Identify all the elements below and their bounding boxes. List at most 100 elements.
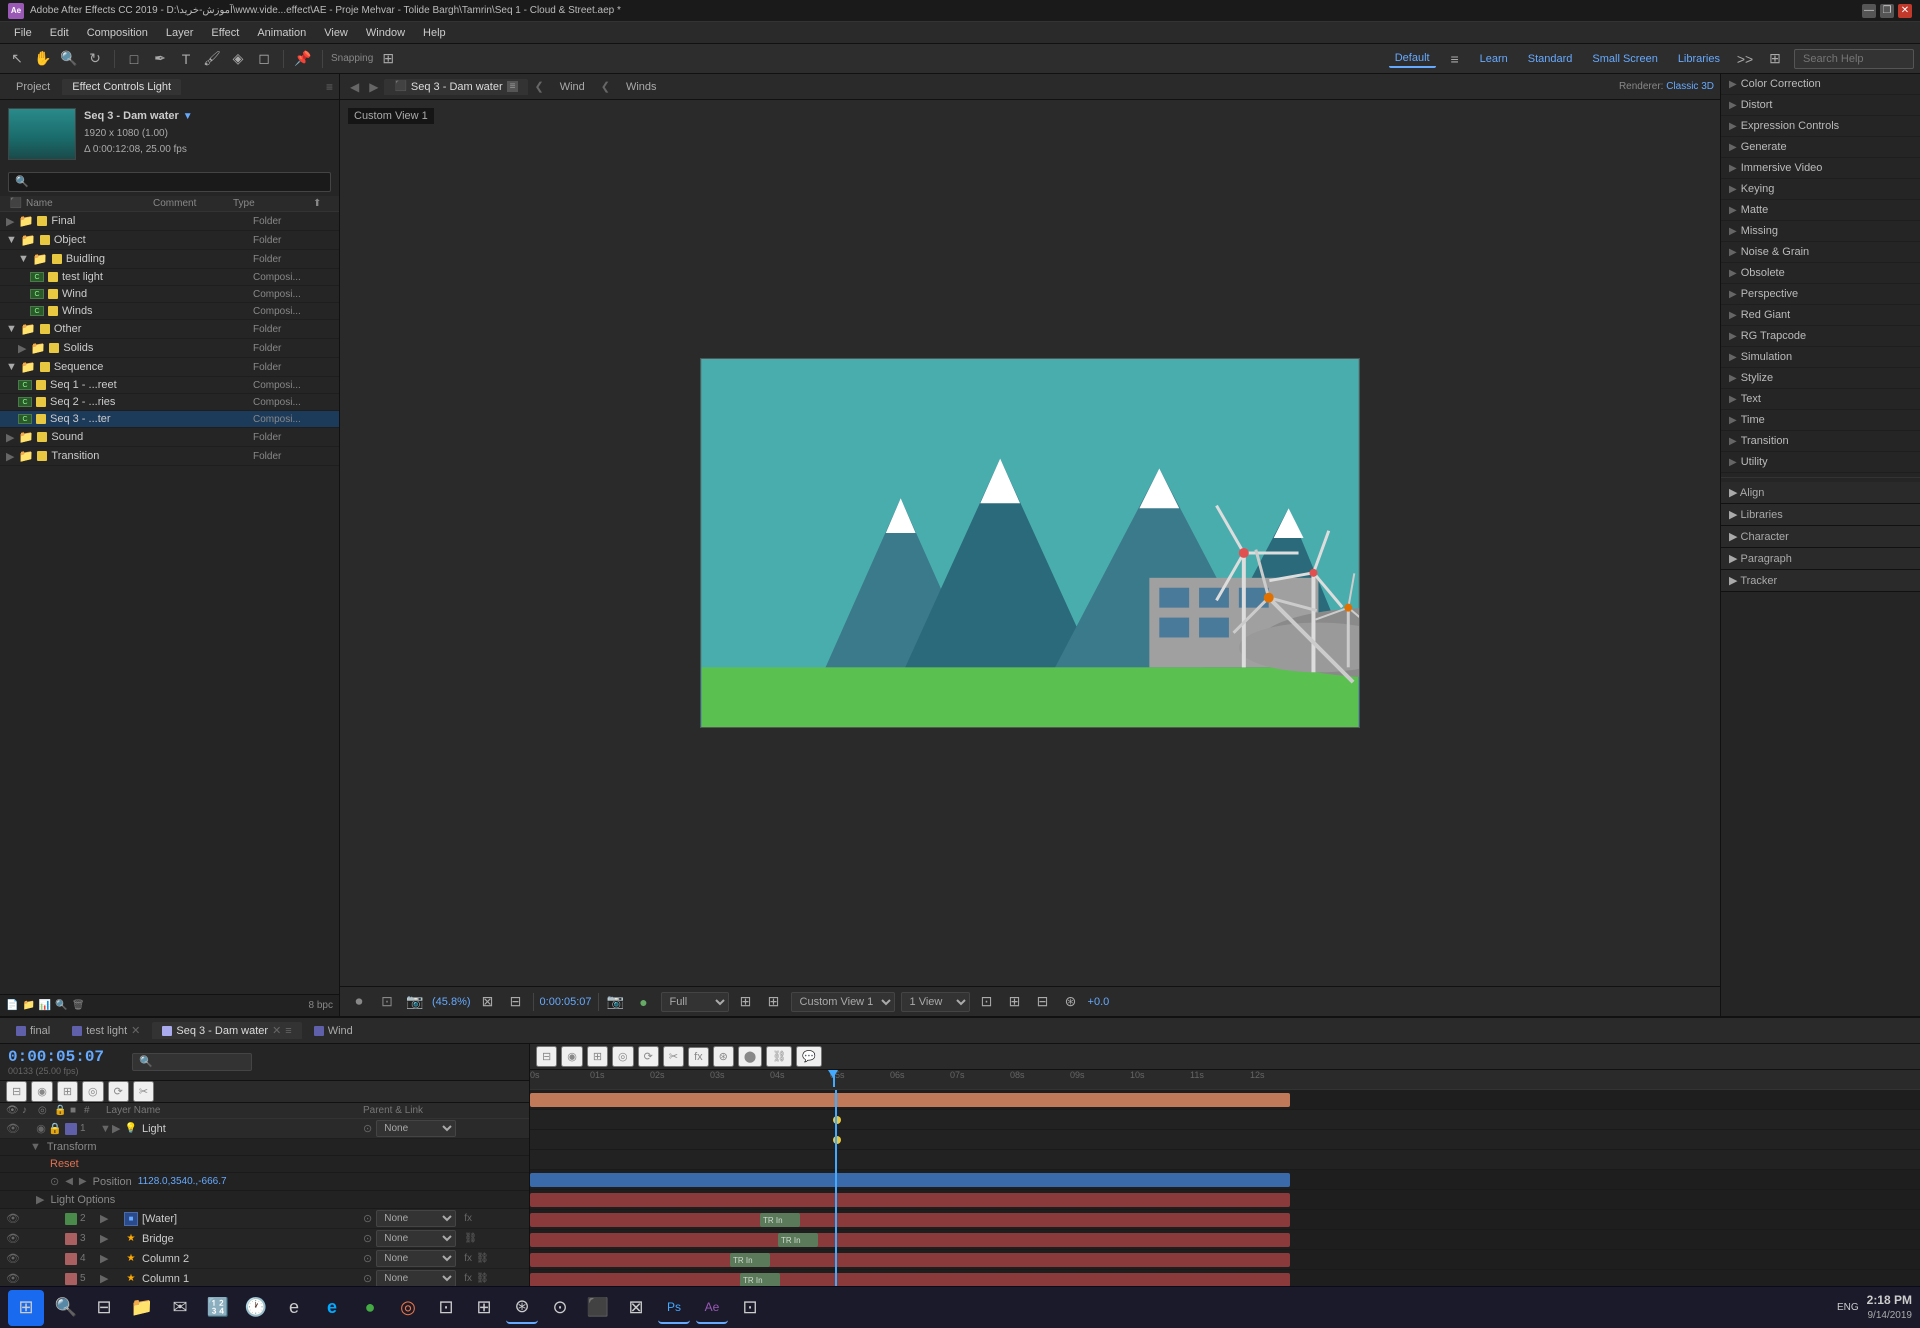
vc-zoom[interactable]: (45.8%) <box>432 996 471 1008</box>
viewer-nav-forward[interactable]: ▶ <box>365 80 382 94</box>
layer-row[interactable]: 👁 3 ▶ ★ Bridge ⊙ None ⛓ <box>0 1229 529 1249</box>
list-item[interactable]: ▶ 📁 Solids Folder <box>0 339 339 358</box>
list-item[interactable]: C Wind Composi... <box>0 286 339 303</box>
tool-snap[interactable]: ⊞ <box>377 48 399 70</box>
effect-obsolete[interactable]: ▶ Obsolete <box>1721 263 1920 284</box>
viewer-breadcrumb-winds[interactable]: Winds <box>616 79 667 95</box>
menu-edit[interactable]: Edit <box>42 25 77 41</box>
tl-row-5[interactable]: TR In <box>530 1230 1920 1250</box>
ie-taskbar[interactable]: e <box>278 1292 310 1324</box>
vc-grid-btn[interactable]: ⊞ <box>1004 991 1026 1013</box>
tl-tab-seq3[interactable]: Seq 3 - Dam water ✕ ≡ <box>152 1022 301 1039</box>
tool-hand[interactable]: ✋ <box>32 48 54 70</box>
layer-tool-btn5[interactable]: ⟳ <box>108 1081 129 1102</box>
menu-composition[interactable]: Composition <box>79 25 156 41</box>
tl-ctrl-btn3[interactable]: ⊞ <box>587 1046 608 1067</box>
workspace-standard[interactable]: Standard <box>1522 51 1579 67</box>
vc-resolution-select[interactable]: FullHalfQuarter <box>661 992 729 1012</box>
keyframe-dot[interactable] <box>833 1116 841 1124</box>
comp-dropdown[interactable]: ▼ <box>183 109 193 125</box>
composition-view[interactable] <box>700 358 1360 728</box>
tool-pen[interactable]: ✒ <box>149 48 171 70</box>
light-options-row[interactable]: ▶ Light Options <box>0 1191 529 1209</box>
sub-expand[interactable]: ▶ <box>112 1122 124 1135</box>
tl-ctrl-btn7[interactable]: fx <box>688 1047 709 1067</box>
workspace-libraries[interactable]: Libraries <box>1672 51 1726 67</box>
effect-utility[interactable]: ▶ Utility <box>1721 452 1920 473</box>
layer-tool-btn6[interactable]: ✂ <box>133 1081 154 1102</box>
toolbar-icon1[interactable]: ⊞ <box>1764 48 1786 70</box>
tl-ctrl-btn8[interactable]: ⊛ <box>713 1046 734 1067</box>
keyframe-dot-pos[interactable] <box>833 1136 841 1144</box>
vc-layout-select[interactable]: 1 View2 Views4 Views <box>901 992 970 1012</box>
file-explorer-taskbar[interactable]: 📁 <box>126 1292 158 1324</box>
list-item[interactable]: C test light Composi... <box>0 269 339 286</box>
vc-record[interactable]: ⏺ <box>348 991 370 1013</box>
tl-tab-final[interactable]: final <box>6 1023 60 1039</box>
tl-ctrl-btn6[interactable]: ✂ <box>663 1046 684 1067</box>
tool-eraser[interactable]: ◻ <box>253 48 275 70</box>
parent-select[interactable]: None <box>376 1230 456 1247</box>
list-item[interactable]: ▼ 📁 Other Folder <box>0 320 339 339</box>
list-item[interactable]: ▼ 📁 Buidling Folder <box>0 250 339 269</box>
tool-select[interactable]: ↖ <box>6 48 28 70</box>
timeline-timecode[interactable]: 0:00:05:07 <box>8 1048 104 1066</box>
solo-toggle[interactable]: ◉ <box>34 1122 48 1135</box>
list-item[interactable]: C Seq 2 - ...ries Composi... <box>0 394 339 411</box>
effect-immersive-video[interactable]: ▶ Immersive Video <box>1721 158 1920 179</box>
list-item[interactable]: C Seq 3 - ...ter Composi... <box>0 411 339 428</box>
visibility-toggle[interactable]: 👁 <box>6 1272 20 1285</box>
viewer-breadcrumb-wind[interactable]: Wind <box>550 79 595 95</box>
project-search-input[interactable] <box>8 172 331 192</box>
delete-btn[interactable]: 🗑 <box>72 1000 85 1011</box>
tl-ctrl-btn1[interactable]: ⊟ <box>536 1046 557 1067</box>
workspace-menu[interactable]: ≡ <box>1444 48 1466 70</box>
effect-text[interactable]: ▶ Text <box>1721 389 1920 410</box>
layer-expand[interactable]: ▼ <box>100 1123 112 1135</box>
menu-file[interactable]: File <box>6 25 40 41</box>
viewer-nav-back[interactable]: ◀ <box>346 80 363 94</box>
list-item[interactable]: ▼ 📁 Sequence Folder <box>0 358 339 377</box>
layer-row[interactable]: 👁 2 ▶ ■ [Water] ⊙ None fx <box>0 1209 529 1229</box>
ps-taskbar[interactable]: Ps <box>658 1292 690 1324</box>
tl-tab-wind[interactable]: Wind <box>304 1023 363 1039</box>
workspace-more[interactable]: >> <box>1734 48 1756 70</box>
layer-row[interactable]: 👁 5 ▶ ★ Column 1 ⊙ None fx ⛓ <box>0 1269 529 1286</box>
list-item[interactable]: ▶ 📁 Final Folder <box>0 212 339 231</box>
vc-comp-btn[interactable]: ⊞ <box>763 991 785 1013</box>
tl-row-6[interactable]: TR In <box>530 1250 1920 1270</box>
tool-rotate[interactable]: ↻ <box>84 48 106 70</box>
list-item[interactable]: C Seq 1 - ...reet Composi... <box>0 377 339 394</box>
vc-preview[interactable]: ⊡ <box>376 991 398 1013</box>
visibility-toggle[interactable]: 👁 <box>6 1232 20 1245</box>
effect-red-giant[interactable]: ▶ Red Giant <box>1721 305 1920 326</box>
parent-select[interactable]: None <box>376 1250 456 1267</box>
effect-simulation[interactable]: ▶ Simulation <box>1721 347 1920 368</box>
search-help-input[interactable] <box>1794 49 1914 69</box>
ae-taskbar[interactable]: Ae <box>696 1292 728 1324</box>
panel-menu[interactable]: ≡ <box>326 80 333 94</box>
libraries-expand[interactable]: ▶ Libraries <box>1729 508 1783 521</box>
tl-tab-test-light[interactable]: test light ✕ <box>62 1022 150 1039</box>
tool-stamp[interactable]: ◈ <box>227 48 249 70</box>
menu-view[interactable]: View <box>316 25 356 41</box>
tab-close-icon[interactable]: ✕ <box>272 1024 281 1037</box>
link-icon[interactable]: ⛓ <box>476 1253 489 1264</box>
fx-icon[interactable]: fx <box>464 1253 472 1264</box>
tl-row-4[interactable]: TR In <box>530 1210 1920 1230</box>
tl-row-3[interactable] <box>530 1190 1920 1210</box>
layer-expand[interactable]: ▶ <box>100 1252 112 1265</box>
effect-noise-grain[interactable]: ▶ Noise & Grain <box>1721 242 1920 263</box>
viewer-tab-comp[interactable]: ⬛ Seq 3 - Dam water ≡ <box>384 79 528 95</box>
effect-perspective[interactable]: ▶ Perspective <box>1721 284 1920 305</box>
light-opt-expand[interactable]: ▶ <box>36 1193 44 1206</box>
layer-expand[interactable]: ▶ <box>100 1232 112 1245</box>
tab-project[interactable]: Project <box>6 79 60 95</box>
effect-color-correction[interactable]: ▶ Color Correction <box>1721 74 1920 95</box>
effect-stylize[interactable]: ▶ Stylize <box>1721 368 1920 389</box>
app4-taskbar[interactable]: ⊙ <box>544 1292 576 1324</box>
layer-row[interactable]: 👁 ◉ 🔒 1 ▼ ▶ 💡 Light ⊙ None <box>0 1119 529 1139</box>
tl-ctrl-btn10[interactable]: ⛓ <box>766 1046 792 1067</box>
parent-select[interactable]: None <box>376 1270 456 1286</box>
effect-expression-controls[interactable]: ▶ Expression Controls <box>1721 116 1920 137</box>
